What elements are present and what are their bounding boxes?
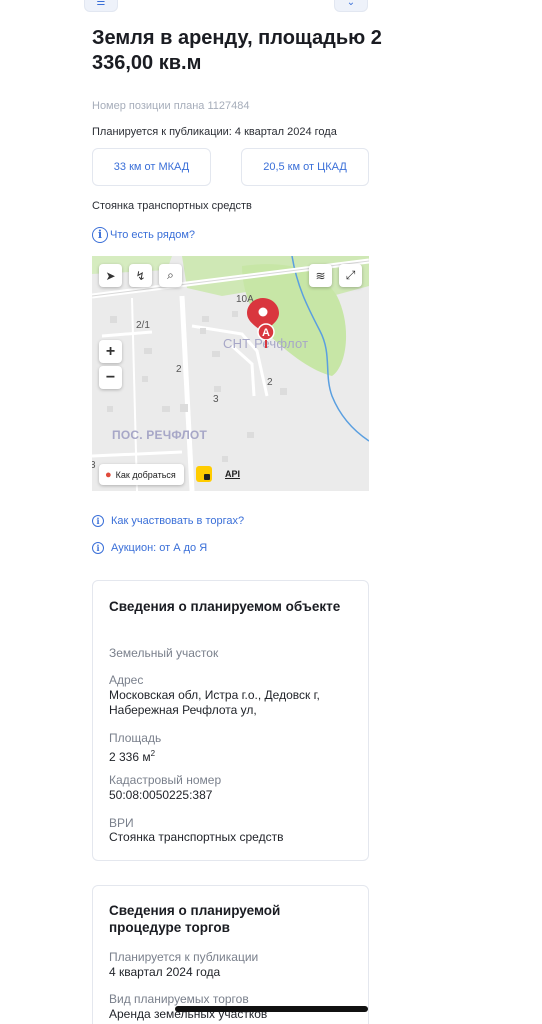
planned-procedure-card: Сведения о планируемой процедуре торгов … [92, 885, 369, 1024]
planned-procedure-title: Сведения о планируемой процедуре торгов [109, 903, 281, 935]
how-to-participate-link[interactable]: i Как участвовать в торгах? [92, 515, 244, 527]
fullscreen-button[interactable]: ⤢ [339, 264, 362, 287]
expand-icon: ⤢ [345, 268, 356, 282]
yandex-logo[interactable] [196, 466, 212, 482]
map-layers-button[interactable]: ≋ [309, 264, 332, 287]
distance-ckad-button[interactable]: 20,5 км от ЦКАД [241, 148, 369, 186]
favorite-button[interactable]: ⌄ [334, 0, 368, 12]
page-title: Земля в аренду, площадью 2 336,00 кв.м [92, 27, 382, 74]
area-number: 2 336 м [109, 750, 151, 764]
marker-letter: A [262, 327, 270, 339]
info-icon: i [92, 227, 108, 243]
auction-guide-label: Аукцион: от А до Я [111, 542, 208, 554]
address-value: Московская обл, Истра г.о., Дедовск г, Н… [109, 688, 320, 717]
get-directions-button[interactable]: ● Как добраться [99, 464, 184, 485]
layers-icon: ≋ [315, 268, 326, 283]
top-bar: ☰ ⌄ [0, 0, 542, 14]
search-icon: ⌕ [167, 268, 174, 282]
auction-type-label: Вид планируемых торгов [109, 992, 249, 1006]
auction-guide-link[interactable]: i Аукцион: от А до Я [92, 542, 207, 554]
area-label: Площадь [109, 731, 162, 745]
vri-value: Стоянка транспортных средств [109, 830, 284, 844]
info-icon: i [92, 542, 104, 554]
zoom-out-button[interactable]: − [99, 366, 122, 389]
menu-icon: ☰ [96, 0, 106, 8]
whats-nearby-link[interactable]: i Что есть рядом? [92, 227, 195, 243]
how-to-participate-label: Как участвовать в торгах? [111, 515, 245, 527]
object-type: Земельный участок [109, 646, 219, 660]
whats-nearby-label: Что есть рядом? [110, 229, 196, 241]
api-link[interactable]: API [225, 469, 240, 479]
map-house-number: 2 [267, 377, 273, 388]
map[interactable]: СНТ Речфлот ПОС. РЕЧФЛОТ 10А 2/1 2 2 3 3… [92, 256, 369, 491]
plan-position-number: Номер позиции плана 1127484 [92, 100, 250, 112]
distance-mkad-button[interactable]: 33 км от МКАД [92, 148, 211, 186]
cadastral-value: 50:08:0050225:387 [109, 788, 213, 802]
vri-text: Стоянка транспортных средств [92, 200, 252, 212]
geolocation-button[interactable]: ➤ [99, 264, 122, 287]
area-value: 2 336 м2 [109, 746, 359, 765]
map-house-number: 2/1 [136, 320, 150, 331]
navigation-arrow-icon: ➤ [105, 268, 116, 283]
address-label: Адрес [109, 673, 144, 687]
planned-object-title: Сведения о планируемом объекте [109, 599, 341, 614]
map-house-number: 2 [176, 364, 182, 375]
chevron-down-icon: ⌄ [346, 0, 356, 8]
home-indicator[interactable] [175, 1006, 368, 1012]
procedure-publication-label: Планируется к публикации [109, 950, 259, 964]
cadastral-label: Кадастровый номер [109, 773, 222, 787]
publication-info: Планируется к публикации: 4 квартал 2024… [92, 126, 337, 138]
area-unit-superscript: 2 [150, 749, 156, 758]
route-tool-button[interactable]: ↯ [129, 264, 152, 287]
zoom-in-button[interactable]: + [99, 340, 122, 363]
info-icon: i [92, 515, 104, 527]
get-directions-label: Как добраться [115, 469, 176, 480]
menu-button[interactable]: ☰ [84, 0, 118, 12]
route-icon: ↯ [135, 268, 146, 283]
map-pin-icon: ● [105, 468, 112, 481]
map-house-number: 3 [92, 460, 96, 471]
location-marker-icon[interactable]: A [247, 298, 279, 350]
map-label-settlement: ПОС. РЕЧФЛОТ [112, 428, 208, 442]
procedure-publication-value: 4 квартал 2024 года [109, 965, 221, 979]
planned-object-card: Сведения о планируемом объекте Земельный… [92, 580, 369, 861]
vri-label: ВРИ [109, 816, 134, 830]
map-house-number: 3 [213, 394, 219, 405]
map-search-button[interactable]: ⌕ [159, 264, 182, 287]
map-canvas[interactable] [92, 256, 369, 491]
